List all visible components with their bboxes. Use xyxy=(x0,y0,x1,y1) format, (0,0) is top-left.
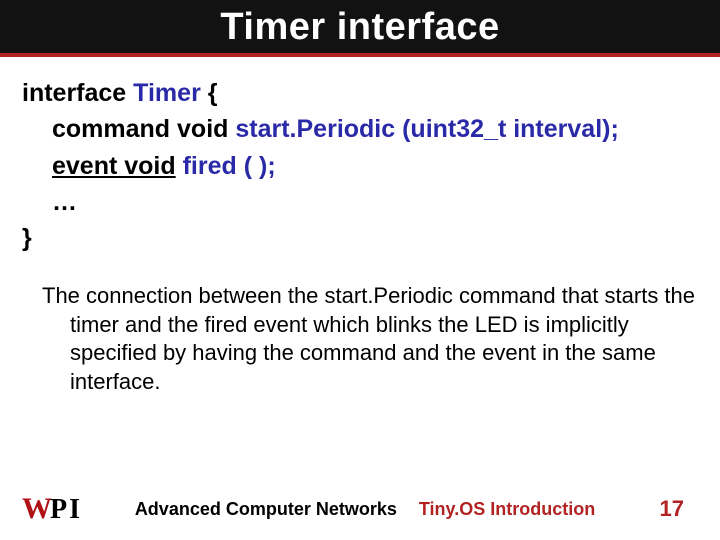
page-number: 17 xyxy=(650,496,684,522)
start-periodic: start.Periodic (uint32_t interval); xyxy=(235,115,618,143)
logo-P: P xyxy=(50,494,67,526)
code-block: interface Timer { command void start.Per… xyxy=(0,57,720,256)
code-line-1: interface Timer { xyxy=(22,75,698,111)
open-brace: { xyxy=(208,79,218,107)
close-brace: } xyxy=(22,220,698,256)
kw-interface: interface xyxy=(22,79,126,107)
slide-title: Timer interface xyxy=(0,6,720,49)
title-bar: Timer interface xyxy=(0,0,720,57)
footer-center: Advanced Computer Networks Tiny.OS Intro… xyxy=(80,499,650,520)
fired-event: fired ( ); xyxy=(183,152,276,180)
footer: W P I Advanced Computer Networks Tiny.OS… xyxy=(0,488,720,530)
footer-topic: Tiny.OS Introduction xyxy=(419,499,595,520)
logo-I: I xyxy=(69,494,80,526)
kw-command-void: command void xyxy=(52,115,228,143)
timer-name: Timer xyxy=(133,79,201,107)
code-line-3: event void fired ( ); xyxy=(22,148,698,184)
slide: Timer interface interface Timer { comman… xyxy=(0,0,720,540)
wpi-logo: W P I xyxy=(22,492,80,526)
code-line-2: command void start.Periodic (uint32_t in… xyxy=(22,111,698,147)
description-text: The connection between the start.Periodi… xyxy=(22,282,698,396)
logo-W: W xyxy=(22,492,52,526)
code-line-ellipsis: … xyxy=(22,184,698,220)
description-paragraph: The connection between the start.Periodi… xyxy=(0,256,720,396)
footer-course: Advanced Computer Networks xyxy=(135,499,397,520)
kw-event-void: event void xyxy=(52,152,176,180)
